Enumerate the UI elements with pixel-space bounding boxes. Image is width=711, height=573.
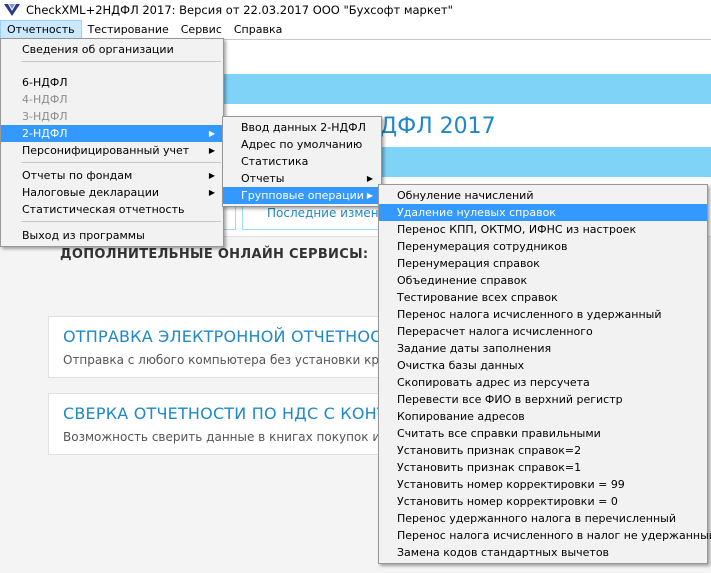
menu-item-group-op[interactable]: Перенос КПП, ОКТМО, ИФНС из настроек [379,221,707,238]
menu-item-group-op[interactable]: Установить признак справок=2 [379,442,707,459]
menu-item-group-operations[interactable]: Групповые операции ▶ [223,187,381,204]
menu-reports[interactable]: Отчетность [0,20,82,39]
menu-testing[interactable]: Тестирование [82,20,175,39]
page-title: ДФЛ 2017 [380,114,496,139]
menu-help[interactable]: Справка [228,20,288,39]
window-title: CheckXML+2НДФЛ 2017: Версия от 22.03.201… [26,3,453,17]
menu-item-personified[interactable]: Персонифицированный учет ▶ [1,142,223,159]
menu-separator [1,58,223,74]
menu-item-tax-declarations-label: Налоговые декларации [22,186,160,199]
menu-item-6ndfl[interactable]: 6-НДФЛ [1,74,223,91]
title-bar: CheckXML+2НДФЛ 2017: Версия от 22.03.201… [0,0,711,20]
menu-item-group-op[interactable]: Перевести все ФИО в верхний регистр [379,391,707,408]
service-card-desc: Отправка с любого компьютера без установ… [63,353,387,367]
menu-item-group-op[interactable]: Перенумерация справок [379,255,707,272]
menu-item-group-op[interactable]: Перенумерация сотрудников [379,238,707,255]
submenu-arrow-icon: ▶ [208,146,215,155]
tab-latest-changes-label: Последние измене [267,206,386,220]
menu-item-group-op[interactable]: Замена кодов стандартных вычетов [379,544,707,561]
menu-item-group-op[interactable]: Перенос удержанного налога в перечисленн… [379,510,707,527]
menu-item-personified-label: Персонифицированный учет [22,144,190,157]
menu-item-3ndfl: 3-НДФЛ [22,110,68,123]
service-card-vat-reconciliation[interactable]: СВЕРКА ОТЧЕТНОСТИ ПО НДС С КОНТРА Возмож… [48,393,388,455]
menu-item-group-op[interactable]: Задание даты заполнения [379,340,707,357]
menu-item-2ndfl-label: 2-НДФЛ [22,127,68,140]
menu-item-group-op[interactable]: Установить номер корректировки = 0 [379,493,707,510]
menu-item-enter-2ndfl[interactable]: Ввод данных 2-НДФЛ [223,119,381,136]
menu-item-group-op[interactable]: Обнуление начислений [379,187,707,204]
menu-item-group-op[interactable]: Очистка базы данных [379,357,707,374]
menu-bar: Отчетность Тестирование Сервис Справка [0,20,711,39]
submenu-arrow-icon: ▶ [208,129,215,138]
menu-item-group-operations-label: Групповые операции [241,189,364,202]
menu-item-fund-reports-label: Отчеты по фондам [22,169,133,182]
menu-item-2ndfl[interactable]: 2-НДФЛ ▶ [1,125,223,142]
group-operations-submenu: Обнуление начислений Удаление нулевых сп… [378,184,711,564]
menu-item-group-op[interactable]: Копирование адресов [379,408,707,425]
reports-menu: Сведения об организации 6-НДФЛ 4-НДФЛ 3-… [0,38,224,247]
2ndfl-submenu: Ввод данных 2-НДФЛ Адрес по умолчанию Ст… [222,116,382,207]
service-card-title: ОТПРАВКА ЭЛЕКТРОННОЙ ОТЧЕТНОСТИ [63,327,388,346]
service-card-e-reporting[interactable]: ОТПРАВКА ЭЛЕКТРОННОЙ ОТЧЕТНОСТИ Отправка… [48,316,388,378]
menu-item-org-info[interactable]: Сведения об организации [1,41,223,58]
app-logo-icon [4,4,20,16]
menu-item-group-op[interactable]: Перенос налога исчисленного в удержанный [379,306,707,323]
menu-item-group-op[interactable]: Считать все справки правильными [379,425,707,442]
services-heading: ДОПОЛНИТЕЛЬНЫЕ ОНЛАЙН СЕРВИСЫ: [60,247,369,262]
menu-item-exit[interactable]: Выход из программы [1,227,223,244]
service-card-title: СВЕРКА ОТЧЕТНОСТИ ПО НДС С КОНТРА [63,404,388,423]
menu-separator [1,159,223,167]
service-card-desc: Возможность сверить данные в книгах поку… [63,430,388,444]
menu-item-group-op[interactable]: Перенос налога исчисленного в налог не у… [379,527,711,544]
submenu-arrow-icon: ▶ [208,171,215,180]
menu-item-reports[interactable]: Отчеты ▶ [223,170,381,187]
menu-item-4ndfl: 4-НДФЛ [22,93,68,106]
menu-item-group-op[interactable]: Объединение справок [379,272,707,289]
menu-item-group-op[interactable]: Перерасчет налога исчисленного [379,323,707,340]
menu-item-group-op[interactable]: Тестирование всех справок [379,289,707,306]
menu-item-group-op[interactable]: Установить номер корректировки = 99 [379,476,707,493]
menu-item-fund-reports[interactable]: Отчеты по фондам ▶ [1,167,223,184]
menu-item-statistics[interactable]: Статистика [223,153,381,170]
menu-item-reports-label: Отчеты [241,172,285,185]
menu-item-statistics-reports[interactable]: Статистическая отчетность [1,201,223,218]
menu-item-group-op[interactable]: Установить признак справок=1 [379,459,707,476]
menu-item-default-address[interactable]: Адрес по умолчанию [223,136,381,153]
menu-separator [1,218,223,227]
menu-item-group-op[interactable]: Скопировать адрес из персучета [379,374,707,391]
menu-item-tax-declarations[interactable]: Налоговые декларации ▶ [1,184,223,201]
menu-item-group-op[interactable]: Удаление нулевых справок [379,204,707,221]
submenu-arrow-icon: ▶ [366,174,373,183]
submenu-arrow-icon: ▶ [366,191,373,200]
submenu-arrow-icon: ▶ [208,188,215,197]
menu-service[interactable]: Сервис [175,20,228,39]
